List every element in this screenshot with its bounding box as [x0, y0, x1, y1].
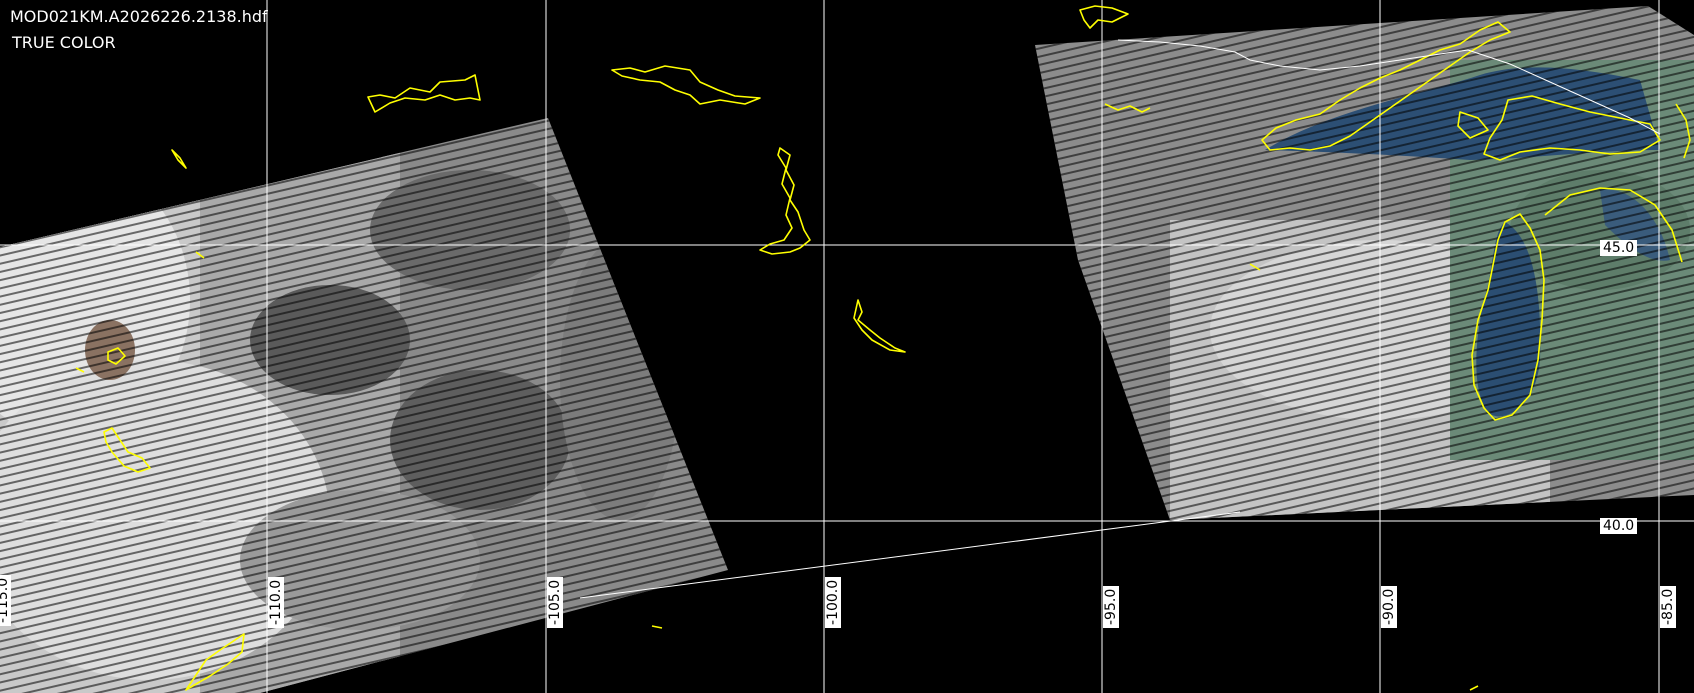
- lon-label-115: -115.0: [0, 574, 11, 626]
- lat-label-40: 40.0: [1600, 518, 1638, 534]
- lon-label-95: -95.0: [1103, 585, 1119, 628]
- lon-label-100: -100.0: [825, 576, 841, 628]
- product-label: TRUE COLOR: [12, 33, 116, 52]
- lon-label-105: -105.0: [547, 576, 563, 628]
- right-swath: [1035, 6, 1694, 520]
- lon-label-110: -110.0: [268, 576, 284, 628]
- left-swath: [0, 118, 728, 693]
- lat-label-45: 45.0: [1600, 240, 1638, 256]
- lon-label-85: -85.0: [1660, 585, 1676, 628]
- satellite-map: [0, 0, 1694, 693]
- granule-filename: MOD021KM.A2026226.2138.hdf: [10, 7, 268, 26]
- lon-label-90: -90.0: [1381, 585, 1397, 628]
